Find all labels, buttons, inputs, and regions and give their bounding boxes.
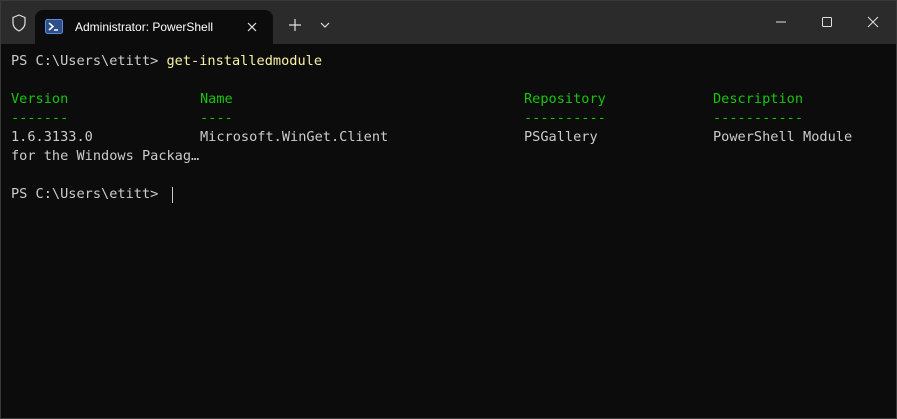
maximize-button[interactable] (804, 1, 850, 44)
cell-repository: PSGallery (524, 129, 598, 145)
close-icon[interactable] (243, 18, 261, 36)
title-bar: Administrator: PowerShell (1, 1, 896, 44)
prompt: PS C:\Users\etitt> (11, 186, 167, 202)
underline-version: ------- (11, 110, 69, 126)
command-text: get-installedmodule (166, 53, 323, 69)
plus-icon[interactable] (285, 15, 305, 35)
cell-version: 1.6.3133.0 (11, 129, 93, 145)
tab-title: Administrator: PowerShell (75, 20, 214, 34)
header-description: Description (713, 91, 804, 107)
cell-name: Microsoft.WinGet.Client (200, 129, 389, 145)
close-button[interactable] (850, 1, 896, 44)
header-version: Version (11, 91, 69, 107)
table-header-row: Version Name Repository Description (11, 90, 803, 109)
header-repository: Repository (524, 91, 606, 107)
underline-repository: ---------- (524, 110, 606, 126)
powershell-icon (45, 19, 63, 34)
console-output[interactable]: PS C:\Users\etitt> get-installedmodule V… (1, 44, 896, 418)
shield-icon (9, 13, 29, 33)
cell-description: PowerShell Module (713, 129, 853, 145)
header-name: Name (200, 91, 233, 107)
table-row: 1.6.3133.0 Microsoft.WinGet.Client PSGal… (11, 128, 852, 147)
underline-name: ---- (200, 110, 233, 126)
command-line: PS C:\Users\etitt> get-installedmodule (11, 52, 322, 71)
close-icon (867, 16, 879, 28)
header-underline-row: ------- ---- ---------- ----------- (11, 109, 803, 128)
terminal-window: Administrator: PowerShell PS C:\Users\et… (0, 0, 897, 419)
prompt-line: PS C:\Users\etitt> (11, 185, 167, 204)
minimize-icon (776, 21, 786, 23)
description-wrap: for the Windows Packag… (11, 148, 200, 164)
maximize-icon (822, 17, 832, 27)
tab-powershell[interactable]: Administrator: PowerShell (35, 10, 273, 44)
chevron-down-icon[interactable] (317, 17, 333, 33)
underline-description: ----------- (713, 110, 804, 126)
minimize-button[interactable] (758, 1, 804, 44)
text-cursor (172, 187, 173, 203)
prompt: PS C:\Users\etitt> (11, 53, 167, 69)
